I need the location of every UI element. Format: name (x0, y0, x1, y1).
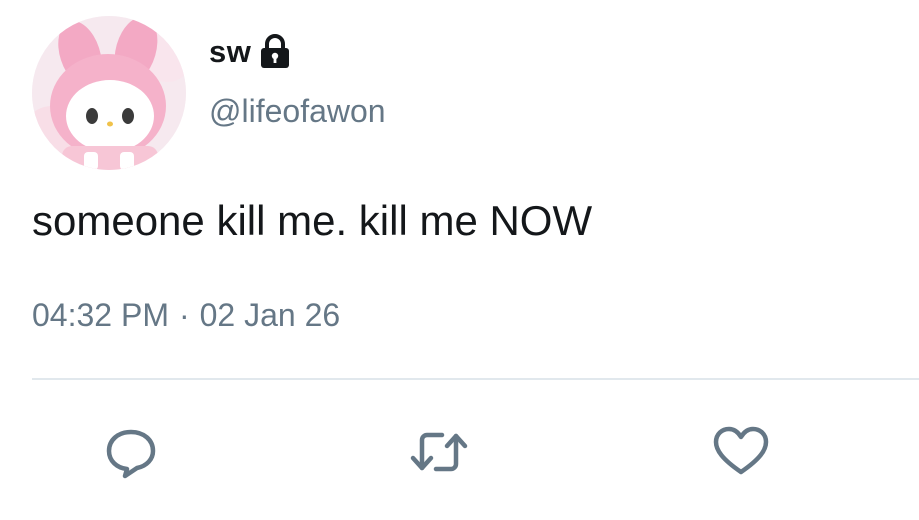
pink-bunny-character-avatar (32, 16, 186, 170)
reply-button[interactable] (100, 421, 162, 483)
divider (32, 378, 919, 380)
tweet-time: 04:32 PM (32, 297, 169, 333)
display-name-row: sw (209, 32, 291, 72)
display-name[interactable]: sw (209, 34, 251, 70)
timestamp-separator: · (178, 297, 190, 333)
retweet-arrows-icon (410, 432, 468, 472)
like-button[interactable] (710, 421, 772, 483)
tweet-timestamp[interactable]: 04:32 PM · 02 Jan 26 (32, 297, 340, 334)
avatar[interactable] (32, 16, 186, 170)
heart-icon (713, 426, 769, 475)
retweet-button[interactable] (408, 421, 470, 483)
lock-icon (259, 34, 291, 70)
user-handle[interactable]: @lifeofawon (209, 93, 386, 130)
tweet-text: someone kill me. kill me NOW (32, 197, 593, 244)
tweet-date: 02 Jan 26 (199, 297, 341, 333)
tweet-card: sw @lifeofawon someone kill me. kill me … (0, 0, 919, 520)
speech-bubble-icon (106, 429, 156, 479)
